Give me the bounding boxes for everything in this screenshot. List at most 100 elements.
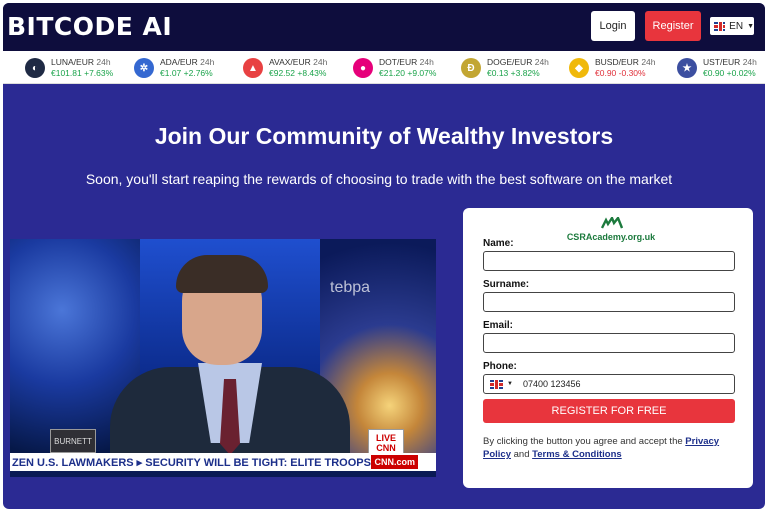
ticker-pair: DOT/EUR 24h (379, 57, 436, 68)
email-label: Email: (483, 320, 514, 331)
language-selector[interactable]: EN ▼ (710, 17, 754, 35)
ticker-price: €0.13 (487, 68, 509, 78)
name-tag: BURNETT (50, 429, 96, 453)
ticker-text: LUNA/EUR 24h €101.81 +7.63% (51, 57, 113, 79)
ticker-item[interactable]: ◆ BUSD/EUR 24h €0.90 -0.30% (569, 56, 656, 80)
anchor-hair (176, 255, 268, 293)
network-label: CNN (376, 443, 396, 453)
ticker-period: 24h (641, 57, 656, 67)
ticker-pair-label: ADA/EUR (160, 57, 198, 67)
crawl-bottom-bar (10, 471, 436, 477)
ticker-price: €92.52 (269, 68, 295, 78)
busd-icon: ◆ (569, 58, 589, 78)
ticker-change: -0.30% (618, 68, 646, 78)
terms-link[interactable]: Terms & Conditions (532, 449, 622, 460)
signup-form: CSRAcademy.org.uk Name: Surname: Email: … (463, 208, 753, 488)
surname-field[interactable] (483, 292, 735, 312)
ticker-change: +0.02% (726, 68, 756, 78)
register-free-button[interactable]: REGISTER FOR FREE (483, 399, 735, 423)
news-crawl: ZEN U.S. LAWMAKERS ▸ SECURITY WILL BE TI… (10, 453, 436, 471)
cardano-icon: ✲ (134, 58, 154, 78)
us-flag-icon: ★ (677, 58, 697, 78)
ticker-change: +8.43% (297, 68, 327, 78)
email-field[interactable] (483, 333, 735, 353)
phone-field[interactable]: ▼ 07400 123456 (483, 374, 735, 394)
ticker-pair-label: AVAX/EUR (269, 57, 311, 67)
ticker-period: 24h (742, 57, 757, 67)
ticker-period: 24h (313, 57, 328, 67)
price-ticker: ◐ LUNA/EUR 24h €101.81 +7.63% ✲ ADA/EUR 24h €… (3, 51, 765, 84)
ticker-pair: ADA/EUR 24h (160, 57, 214, 68)
legal-text: By clicking the button you agree and acc… (483, 435, 739, 461)
ticker-price: €0.90 (703, 68, 725, 78)
ticker-change: +3.82% (510, 68, 540, 78)
ticker-change: +9.07% (407, 68, 437, 78)
avalanche-icon: ▲ (243, 58, 263, 78)
ticker-pair: UST/EUR 24h (703, 57, 757, 68)
legal-and: and (511, 449, 533, 460)
polkadot-icon: ● (353, 58, 373, 78)
ticker-price: €0.90 (595, 68, 617, 78)
ticker-value: €0.90 -0.30% (595, 68, 656, 79)
site-badge: CNN.com (371, 455, 418, 469)
surname-label: Surname: (483, 279, 530, 290)
ticker-text: UST/EUR 24h €0.90 +0.02% (703, 57, 757, 79)
live-label: LIVE (375, 433, 396, 443)
ticker-value: €1.07 +2.76% (160, 68, 214, 79)
phone-label: Phone: (483, 361, 517, 372)
chevron-down-icon[interactable]: ▼ (507, 381, 513, 387)
brand-logo[interactable]: BITCODE AI (7, 12, 172, 41)
ticker-text: AVAX/EUR 24h €92.52 +8.43% (269, 57, 327, 79)
page-frame: BITCODE AI Login Register EN ▼ ◐ LUNA/EUR… (3, 3, 765, 509)
ticker-pair: DOGE/EUR 24h (487, 57, 549, 68)
ticker-period: 24h (96, 57, 111, 67)
uk-flag-icon (714, 21, 726, 31)
ticker-value: €21.20 +9.07% (379, 68, 436, 79)
uk-flag-icon[interactable] (490, 379, 503, 389)
csr-logo-icon (601, 217, 623, 229)
ticker-pair: AVAX/EUR 24h (269, 57, 327, 68)
ticker-item[interactable]: ● DOT/EUR 24h €21.20 +9.07% (353, 56, 436, 80)
ticker-value: €0.13 +3.82% (487, 68, 549, 79)
legal-prefix: By clicking the button you agree and acc… (483, 436, 686, 447)
ticker-item[interactable]: ▲ AVAX/EUR 24h €92.52 +8.43% (243, 56, 327, 80)
dogecoin-icon: Ð (461, 58, 481, 78)
ticker-item[interactable]: ◐ LUNA/EUR 24h €101.81 +7.63% (25, 56, 113, 80)
ticker-item[interactable]: ✲ ADA/EUR 24h €1.07 +2.76% (134, 56, 214, 80)
name-field[interactable] (483, 251, 735, 271)
ticker-text: BUSD/EUR 24h €0.90 -0.30% (595, 57, 656, 79)
ticker-value: €101.81 +7.63% (51, 68, 113, 79)
ticker-item[interactable]: ★ UST/EUR 24h €0.90 +0.02% (677, 56, 757, 80)
ticker-text: DOGE/EUR 24h €0.13 +3.82% (487, 57, 549, 79)
ticker-price: €1.07 (160, 68, 182, 78)
register-button[interactable]: Register (645, 11, 701, 41)
ticker-period: 24h (200, 57, 215, 67)
ticker-price: €101.81 (51, 68, 82, 78)
ticker-period: 24h (534, 57, 549, 67)
name-label: Name: (483, 238, 514, 249)
ticker-value: €0.90 +0.02% (703, 68, 757, 79)
ticker-pair-label: LUNA/EUR (51, 57, 94, 67)
promo-video[interactable]: tebpa BURNETT LIVE CNN ZEN U.S. LAWMAKER… (10, 239, 436, 477)
phone-placeholder: 07400 123456 (522, 379, 581, 389)
hero-title: Join Our Community of Wealthy Investors (154, 123, 614, 149)
ticker-item[interactable]: Ð DOGE/EUR 24h €0.13 +3.82% (461, 56, 549, 80)
ticker-pair-label: UST/EUR (703, 57, 741, 67)
ticker-text: ADA/EUR 24h €1.07 +2.76% (160, 57, 214, 79)
ticker-change: +7.63% (84, 68, 114, 78)
ticker-pair-label: DOGE/EUR (487, 57, 533, 67)
login-button[interactable]: Login (591, 11, 635, 41)
crawl-text: ZEN U.S. LAWMAKERS ▸ SECURITY WILL BE TI… (12, 456, 375, 469)
ticker-change: +2.76% (183, 68, 213, 78)
ticker-price: €21.20 (379, 68, 405, 78)
ticker-pair: BUSD/EUR 24h (595, 57, 656, 68)
ticker-value: €92.52 +8.43% (269, 68, 327, 79)
luna-icon: ◐ (25, 58, 45, 78)
top-header: BITCODE AI Login Register EN ▼ (3, 3, 765, 51)
ticker-period: 24h (419, 57, 434, 67)
hero-subtitle: Soon, you'll start reaping the rewards o… (85, 171, 673, 187)
ticker-pair: LUNA/EUR 24h (51, 57, 113, 68)
chevron-down-icon: ▼ (747, 22, 754, 30)
ticker-pair-label: DOT/EUR (379, 57, 418, 67)
ticker-text: DOT/EUR 24h €21.20 +9.07% (379, 57, 436, 79)
